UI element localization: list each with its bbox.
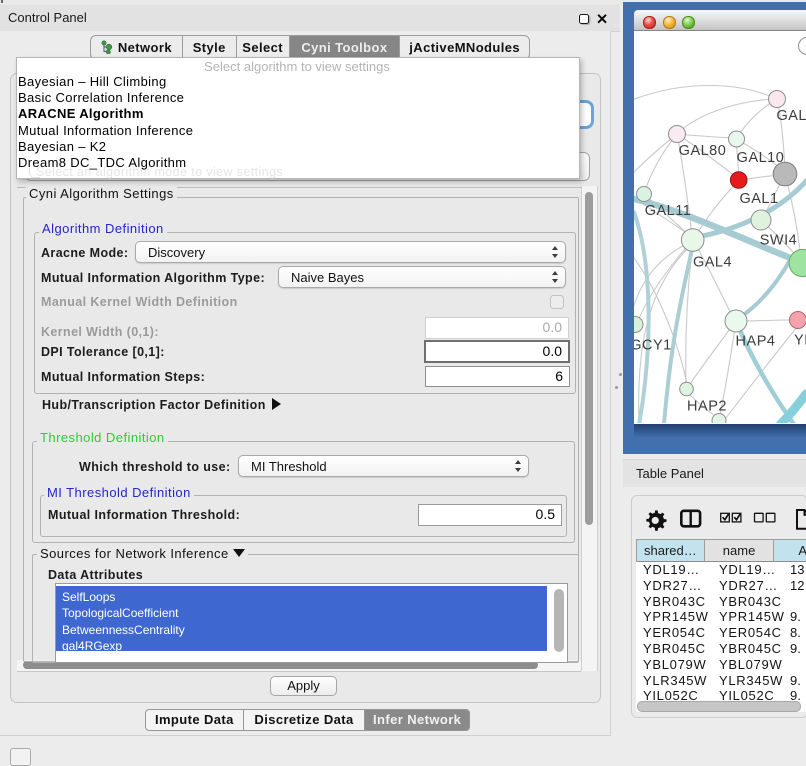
svg-text:GAL11: GAL11 — [645, 203, 692, 219]
svg-text:HAP2: HAP2 — [687, 399, 727, 415]
svg-text:SWI4: SWI4 — [760, 233, 797, 249]
svg-text:GAL2: GAL2 — [776, 108, 806, 124]
svg-text:GCY1: GCY1 — [634, 338, 672, 354]
svg-text:GAL80: GAL80 — [679, 143, 727, 159]
svg-text:HAP4: HAP4 — [736, 334, 776, 350]
svg-text:GAL4: GAL4 — [693, 255, 732, 271]
svg-text:GAL1: GAL1 — [739, 191, 778, 207]
svg-text:GAL10: GAL10 — [737, 150, 785, 166]
svg-text:YML0: YML0 — [794, 333, 806, 349]
